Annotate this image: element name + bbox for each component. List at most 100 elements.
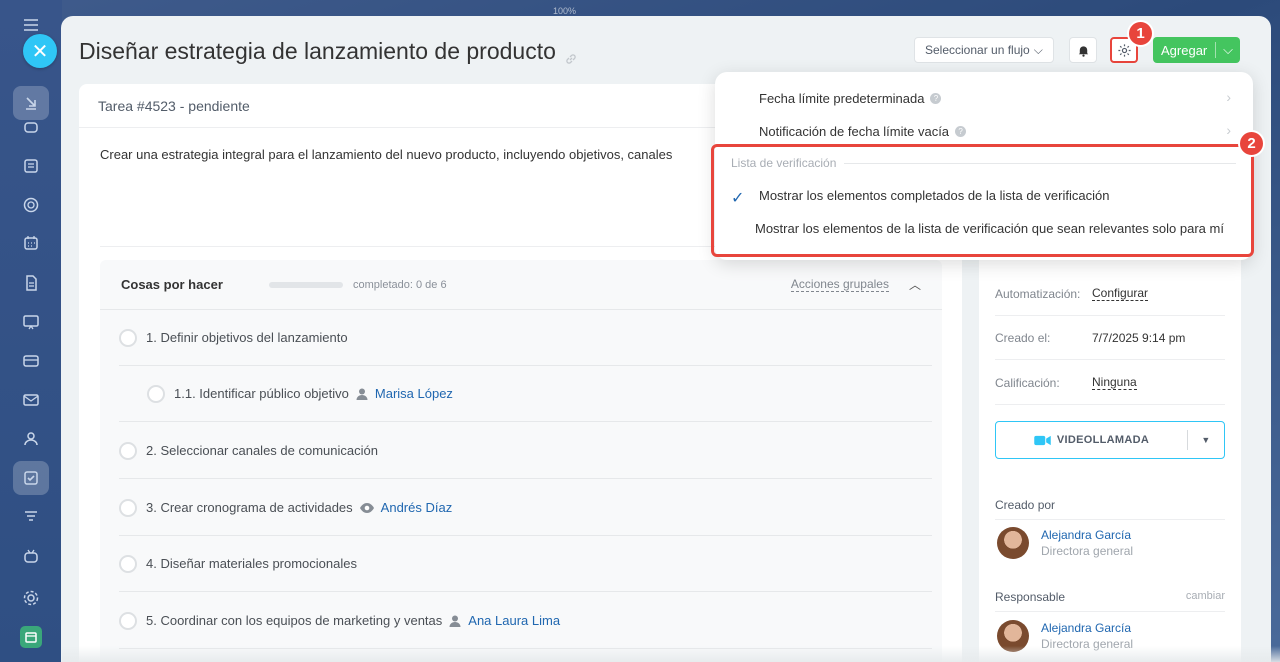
chevron-down-icon: ⌵ — [1033, 42, 1043, 57]
rating-label: Calificación: — [995, 375, 1060, 390]
responsible-text: Responsable — [995, 590, 1066, 604]
mail-icon[interactable] — [20, 389, 42, 411]
task-description: Crear una estrategia integral para el la… — [100, 147, 673, 162]
app-rail — [0, 0, 62, 662]
checklist-item-text: 5. Coordinar con los equipos de marketin… — [146, 613, 443, 628]
checklist-checkbox[interactable] — [119, 554, 137, 573]
checklist-header: Cosas por hacer completado: 0 de 6 Accio… — [100, 260, 942, 310]
automation-row: Automatización: Configurar — [995, 272, 1225, 316]
close-panel-button[interactable]: ✕ — [23, 34, 57, 68]
checklist-progress-text: completado: 0 de 6 — [353, 278, 447, 291]
created-label: Creado el: — [995, 330, 1051, 345]
assignee[interactable]: Ana Laura Lima — [448, 613, 560, 628]
checklist-checkbox[interactable] — [147, 384, 165, 403]
responsible-name[interactable]: Alejandra García — [1041, 621, 1133, 635]
created-row: Creado el: 7/7/2025 9:14 pm — [995, 316, 1225, 360]
annotation-highlight-box — [711, 144, 1254, 257]
filter-icon[interactable] — [20, 506, 42, 528]
rating-value[interactable]: Ninguna — [1092, 375, 1137, 390]
assignee[interactable]: Marisa López — [355, 386, 453, 401]
creator-role: Directora general — [1041, 544, 1134, 558]
assignee-name: Ana Laura Lima — [468, 613, 561, 628]
checklist-checkbox[interactable] — [119, 328, 137, 347]
checklist-checkbox[interactable] — [119, 441, 137, 460]
presentation-icon[interactable] — [20, 311, 42, 333]
close-icon: ✕ — [31, 40, 49, 63]
created-by-label: Creado por — [995, 498, 1225, 520]
annotation-badge-2: 2 — [1238, 130, 1265, 157]
contacts-icon[interactable] — [20, 428, 42, 450]
chevron-up-icon[interactable]: ︿ — [909, 276, 921, 293]
created-value: 7/7/2025 9:14 pm — [1092, 330, 1186, 345]
responsible-label: Responsable cambiar — [995, 590, 1225, 612]
settings-icon[interactable] — [20, 587, 42, 609]
video-call-button[interactable]: VIDEOLLAMADA ▼ — [995, 421, 1225, 459]
checklist-progress-bar — [269, 281, 343, 288]
help-icon[interactable]: ? — [930, 93, 942, 104]
user-icon — [449, 615, 461, 627]
checklist-item[interactable]: 1.1. Identificar público objetivo Marisa… — [119, 366, 932, 422]
creator-name[interactable]: Alejandra García — [1041, 528, 1133, 542]
menu-icon[interactable] — [20, 14, 42, 36]
automation-label: Automatización: — [995, 286, 1081, 301]
checklist-item[interactable]: 2. Seleccionar canales de comunicación — [119, 423, 932, 479]
checklist: Cosas por hacer completado: 0 de 6 Accio… — [100, 260, 942, 662]
gear-icon — [1117, 43, 1131, 57]
checklist-title: Cosas por hacer — [121, 277, 223, 292]
rating-row: Calificación: Ninguna — [995, 361, 1225, 405]
zoom-indicator: 100% — [553, 6, 577, 16]
checklist-item[interactable]: 3. Crear cronograma de actividades André… — [119, 480, 932, 536]
calendar-icon[interactable] — [20, 232, 42, 254]
checklist-item-text: 3. Crear cronograma de actividades — [146, 500, 353, 515]
target-icon[interactable] — [20, 194, 42, 216]
checklist-item-text: 2. Seleccionar canales de comunicación — [146, 443, 378, 458]
bell-icon — [1078, 45, 1088, 57]
add-button[interactable]: Agregar ⌵ — [1153, 37, 1240, 63]
task-title: Diseñar estrategia de lanzamiento de pro… — [79, 38, 556, 64]
creator[interactable]: Alejandra García Directora general — [997, 527, 1133, 559]
checklist-item-text: 4. Diseñar materiales promocionales — [146, 556, 357, 571]
checklist-item[interactable]: 4. Diseñar materiales promocionales — [119, 536, 932, 592]
observer-name: Andrés Díaz — [380, 500, 453, 515]
link-icon[interactable] — [564, 45, 578, 64]
automation-configure-link[interactable]: Configurar — [1092, 286, 1149, 301]
menu-item-empty-deadline-notice[interactable]: Notificación de fecha límite vacía ? — [759, 124, 967, 139]
checklist-item[interactable]: 5. Coordinar con los equipos de marketin… — [119, 593, 932, 649]
avatar — [997, 527, 1029, 559]
checklist-checkbox[interactable] — [119, 498, 137, 517]
card-icon[interactable] — [20, 350, 42, 372]
assignee-name: Marisa López — [374, 386, 453, 401]
notification-button[interactable] — [1069, 37, 1097, 63]
chat-icon[interactable] — [20, 117, 42, 139]
checklist-item-text: 1.1. Identificar público objetivo — [174, 386, 349, 401]
help-icon[interactable]: ? — [955, 126, 967, 137]
flow-select[interactable]: Seleccionar un flujo ⌵ — [914, 37, 1054, 63]
chevron-down-icon[interactable]: ⌵ — [1216, 42, 1240, 58]
checklist-checkbox[interactable] — [119, 611, 137, 630]
add-button-label: Agregar — [1161, 42, 1208, 58]
document-icon[interactable] — [20, 272, 42, 294]
created-by-text: Creado por — [995, 498, 1056, 512]
menu-item-label: Notificación de fecha límite vacía — [759, 124, 950, 139]
change-responsible-link[interactable]: cambiar — [1186, 590, 1225, 602]
video-camera-icon — [1034, 435, 1051, 445]
store-icon[interactable] — [20, 626, 42, 648]
task-status-label: Tarea #4523 - pendiente — [98, 97, 250, 114]
chevron-right-icon: › — [1226, 122, 1231, 138]
caret-down-icon[interactable]: ▼ — [1188, 435, 1224, 445]
menu-item-default-deadline[interactable]: Fecha límite predeterminada ? — [759, 91, 942, 106]
minimize-icon[interactable] — [13, 86, 49, 120]
flow-select-label: Seleccionar un flujo — [925, 43, 1030, 57]
checklist-item[interactable]: 1. Definir objetivos del lanzamiento — [119, 310, 932, 366]
page-title: Diseñar estrategia de lanzamiento de pro… — [79, 38, 578, 65]
bottom-fade — [62, 646, 1280, 662]
annotation-badge-1: 1 — [1127, 20, 1154, 47]
eye-icon — [359, 502, 374, 513]
group-actions-link[interactable]: Acciones grupales — [790, 277, 889, 292]
tasks-icon[interactable] — [13, 461, 49, 495]
observer[interactable]: Andrés Díaz — [359, 500, 453, 515]
robot-icon[interactable] — [20, 545, 42, 567]
checklist-item-text: 1. Definir objetivos del lanzamiento — [146, 330, 348, 345]
feed-icon[interactable] — [20, 155, 42, 177]
chevron-right-icon: › — [1226, 89, 1231, 105]
